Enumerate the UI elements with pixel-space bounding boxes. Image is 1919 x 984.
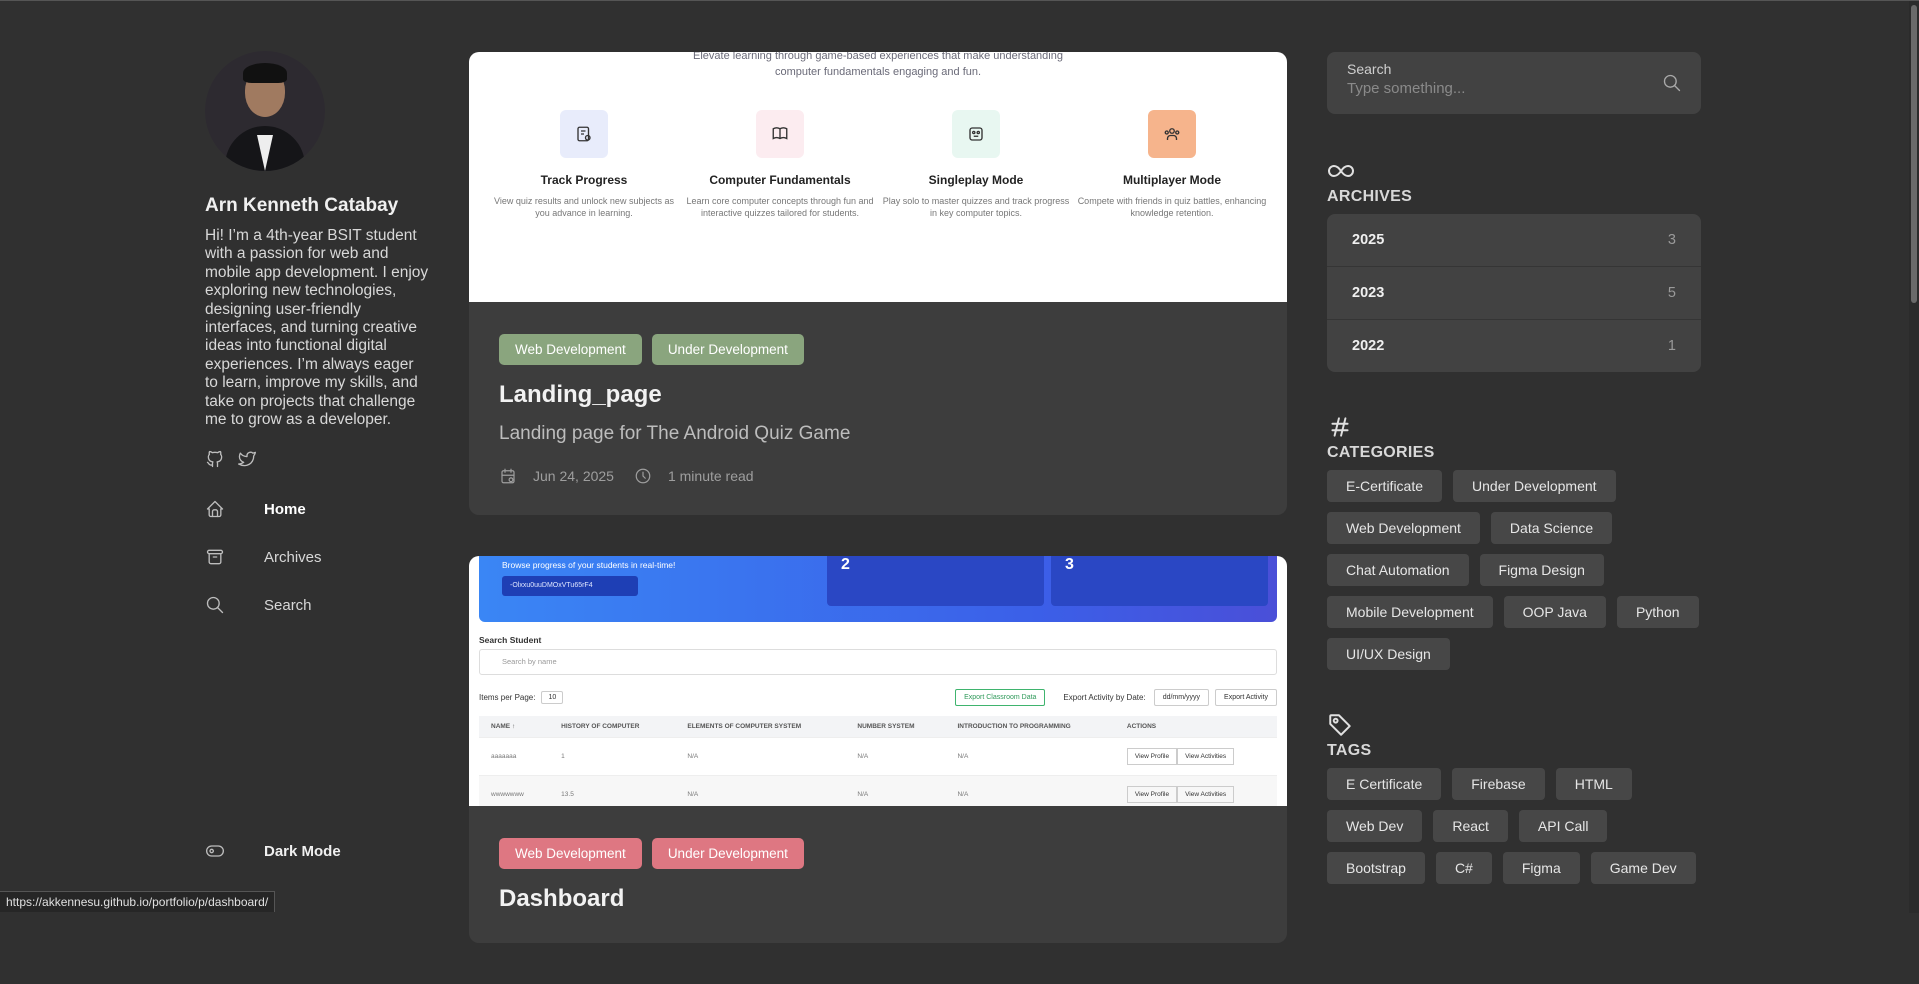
category-badge[interactable]: Web Development [499,838,642,869]
category-chip[interactable]: Figma Design [1479,554,1604,586]
category-chip[interactable]: Python [1616,596,1699,628]
archive-year-item[interactable]: 2022 1 [1327,320,1701,372]
category-badge[interactable]: Web Development [499,334,642,365]
category-chip[interactable]: Mobile Development [1327,596,1493,628]
widget-title: CATEGORIES [1327,444,1435,461]
search-icon[interactable] [1661,72,1683,94]
category-badge[interactable]: Under Development [651,838,804,869]
categories-widget: CATEGORIES [1327,414,1701,462]
feature-item: Computer Fundamentals Learn core compute… [685,110,875,219]
students-table: NAME ↑ HISTORY OF COMPUTER ELEMENTS OF C… [479,716,1277,806]
post-preview-image[interactable]: Elevate learning through game-based expe… [469,52,1287,302]
category-chip[interactable]: OOP Java [1503,596,1606,628]
feature-list: Track Progress View quiz results and unl… [489,110,1267,219]
nav-item-home[interactable]: Home [205,485,430,533]
author-bio: Hi! I’m a 4th-year BSIT student with a p… [205,227,429,429]
post-list: Elevate learning through game-based expe… [469,52,1287,984]
avatar[interactable] [205,51,325,171]
nav-item-label: Archives [264,548,322,566]
search-form: Search [1327,52,1701,114]
calendar-icon [499,467,517,485]
post-description: Landing page for The Android Quiz Game [499,423,851,444]
home-icon [205,499,225,519]
category-chip[interactable]: Data Science [1490,512,1613,544]
tag-chip[interactable]: Bootstrap [1327,852,1425,884]
archive-year-item[interactable]: 2025 3 [1327,214,1701,267]
dark-mode-toggle[interactable]: Dark Mode [205,841,341,861]
category-chip[interactable]: E-Certificate [1327,470,1443,502]
progress-icon [560,110,608,158]
category-list: E-Certificate Under Development Web Deve… [1327,470,1701,670]
tags-widget: TAGS [1327,712,1701,760]
category-chip[interactable]: Under Development [1453,470,1616,502]
social-links [205,449,430,469]
post-card[interactable]: Elevate learning through game-based expe… [469,52,1287,515]
users-icon [1148,110,1196,158]
category-chip[interactable]: Web Development [1327,512,1480,544]
post-read-time: 1 minute read [667,468,754,484]
tag-icon [1327,712,1701,738]
feature-item: Singleplay Mode Play solo to master quiz… [881,110,1071,219]
clock-icon [634,467,652,485]
archives-widget: ARCHIVES [1327,158,1701,206]
category-badge[interactable]: Under Development [651,334,804,365]
tag-chip[interactable]: React [1433,810,1508,842]
widget-title: ARCHIVES [1327,188,1413,205]
tag-chip[interactable]: E Certificate [1327,768,1442,800]
toggle-icon [205,841,225,861]
dark-mode-label: Dark Mode [264,842,341,860]
post-card-body: Web Development Under Development Dashbo… [469,806,1287,943]
feature-item: Multiplayer Mode Compete with friends in… [1077,110,1267,219]
archive-icon [205,547,225,567]
nav-item-label: Search [264,596,312,614]
post-categories: Web Development Under Development [499,838,1257,869]
tag-chip[interactable]: C# [1435,852,1492,884]
category-chip[interactable]: Chat Automation [1327,554,1469,586]
post-title[interactable]: Dashboard [499,885,1257,913]
scrollbar-thumb[interactable] [1911,5,1917,303]
post-preview-image[interactable]: Browse progress of your students in real… [469,556,1287,806]
archive-year-item[interactable]: 2023 5 [1327,267,1701,320]
preview-tagline: Elevate learning through game-based expe… [693,52,1063,78]
twitter-icon[interactable] [237,449,257,469]
tag-chip[interactable]: Firebase [1452,768,1545,800]
hash-icon [1327,414,1701,440]
dashboard-preview: Browse progress of your students in real… [469,556,1287,806]
landing-preview: Elevate learning through game-based expe… [469,52,1287,302]
scrollbar[interactable] [1909,1,1919,913]
preview-banner: Browse progress of your students in real… [479,556,1277,622]
post-card[interactable]: Browse progress of your students in real… [469,556,1287,943]
author-name: Arn Kenneth Catabay [205,195,399,216]
tag-chip[interactable]: API Call [1518,810,1608,842]
post-date: Jun 24, 2025 [533,468,614,484]
robot-icon [952,110,1000,158]
nav-item-search[interactable]: Search [205,581,430,629]
post-meta: Jun 24, 2025 1 minute read [499,467,1257,485]
widget-title: TAGS [1327,742,1372,759]
feature-item: Track Progress View quiz results and unl… [489,110,679,219]
search-icon [205,595,225,615]
right-sidebar: Search ARCHIVES 2025 3 2023 5 2022 1 CAT… [1327,52,1701,884]
main-nav: Home Archives Search [205,485,430,629]
tag-chip[interactable]: Web Dev [1327,810,1423,842]
nav-item-archives[interactable]: Archives [205,533,430,581]
nav-item-label: Home [264,500,306,518]
tag-chip[interactable]: Figma [1502,852,1580,884]
tag-list: E Certificate Firebase HTML Web Dev Reac… [1327,768,1701,884]
infinity-icon [1327,158,1701,184]
tag-chip[interactable]: Game Dev [1590,852,1696,884]
category-chip[interactable]: UI/UX Design [1327,638,1450,670]
post-title[interactable]: Landing_page [499,381,1257,409]
post-card-body: Web Development Under Development Landin… [469,302,1287,515]
left-sidebar: Arn Kenneth Catabay Hi! I’m a 4th-year B… [205,51,430,629]
archives-list: 2025 3 2023 5 2022 1 [1327,214,1701,372]
search-input[interactable] [1347,80,1627,97]
github-icon[interactable] [205,449,225,469]
post-categories: Web Development Under Development [499,334,1257,365]
status-bar-url: https://akkennesu.github.io/portfolio/p/… [0,891,276,912]
tag-chip[interactable]: HTML [1555,768,1632,800]
search-label: Search [1347,61,1392,77]
book-icon [756,110,804,158]
